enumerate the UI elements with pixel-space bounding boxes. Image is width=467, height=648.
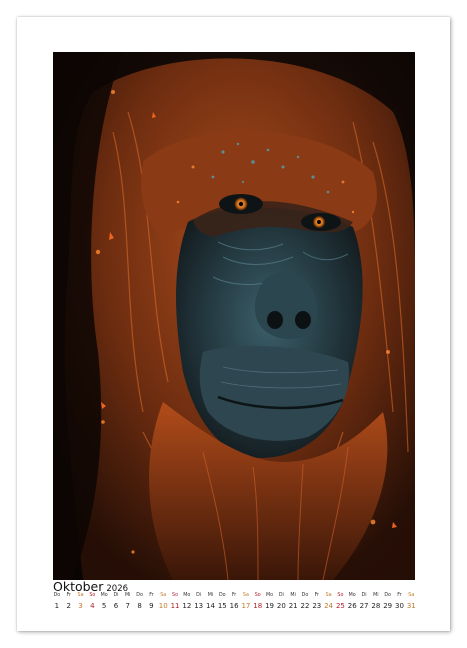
day-number: 15 [217, 602, 227, 610]
weekday-label: Fr [397, 593, 402, 598]
day-number: 29 [383, 602, 393, 610]
day-number: 20 [276, 602, 286, 610]
day-cell: Sa 3 [75, 592, 87, 614]
day-cell: Sa 17 [240, 592, 252, 614]
day-number: 8 [137, 602, 142, 610]
weekday-label: So [89, 593, 96, 598]
day-number: 28 [371, 602, 381, 610]
day-cell: Di 6 [110, 592, 122, 614]
day-number: 1 [54, 602, 60, 610]
weekday-label: Fr [66, 593, 71, 598]
day-cell: So 11 [169, 592, 181, 614]
day-cell: Do 22 [299, 592, 311, 614]
day-number: 21 [288, 602, 298, 610]
day-cell: Fr 23 [311, 592, 323, 614]
weekday-label: Mi [290, 593, 296, 598]
weekday-label: Mo [100, 593, 108, 598]
weekday-label: Sa [77, 593, 84, 598]
day-number: 14 [206, 602, 215, 610]
weekday-label: Do [218, 593, 226, 598]
weekday-label: Fr [231, 593, 237, 598]
weekday-label: Mo [348, 593, 356, 598]
weekday-label: Di [113, 593, 119, 598]
day-number: 10 [158, 602, 168, 610]
weekday-label: Mo [265, 593, 274, 598]
day-cell: Sa 24 [323, 592, 335, 614]
day-number: 31 [406, 602, 416, 610]
day-strip: Do 1 Fr 2 Sa 3 So 4 Mo 5 Di 6 Mi 7 Do 8 Fr 9 Sa 10 So 11 Mo 12 D… [51, 592, 417, 614]
day-number: 25 [335, 602, 345, 610]
day-number: 13 [194, 602, 204, 610]
day-number: 3 [78, 602, 83, 610]
weekday-label: So [172, 593, 179, 598]
day-cell: Do 29 [382, 592, 394, 614]
day-cell: Mi 7 [122, 592, 134, 614]
day-number: 23 [312, 602, 322, 610]
weekday-label: Mi [207, 593, 214, 598]
day-cell: Do 8 [134, 592, 146, 614]
day-cell: Di 27 [358, 592, 370, 614]
day-number: 17 [241, 602, 251, 610]
day-cell: Mo 5 [98, 592, 110, 614]
orangutan-photo [53, 52, 415, 580]
day-cell: Do 15 [216, 592, 228, 614]
day-cell: Fr 2 [63, 592, 75, 614]
weekday-label: Do [384, 593, 391, 598]
day-number: 6 [113, 602, 119, 610]
day-cell: Fr 16 [228, 592, 240, 614]
weekday-label: Do [301, 593, 309, 598]
day-cell: Fr 9 [146, 592, 158, 614]
weekday-label: Di [361, 593, 367, 598]
day-number: 24 [324, 602, 334, 610]
day-number: 18 [253, 602, 263, 610]
weekday-label: Fr [149, 593, 154, 598]
day-cell: Di 20 [275, 592, 287, 614]
day-cell: Di 13 [193, 592, 205, 614]
day-number: 16 [229, 602, 239, 610]
day-cell: So 25 [335, 592, 347, 614]
weekday-label: Do [136, 593, 143, 598]
day-cell: Mo 26 [346, 592, 358, 614]
weekday-label: So [337, 593, 344, 598]
weekday-label: So [254, 593, 261, 598]
day-cell: Mi 21 [287, 592, 299, 614]
day-cell: So 18 [252, 592, 264, 614]
weekday-label: Mo [183, 593, 191, 598]
day-cell: Sa 10 [157, 592, 169, 614]
day-number: 27 [359, 602, 369, 610]
day-number: 22 [300, 602, 310, 610]
day-cell: So 4 [86, 592, 98, 614]
day-number: 12 [182, 602, 192, 610]
day-number: 19 [265, 602, 274, 610]
weekday-label: Mi [373, 593, 379, 598]
orangutan-illustration [53, 52, 415, 580]
day-number: 2 [66, 602, 71, 610]
calendar-page: Oktober 2026 Do 1 Fr 2 Sa 3 So 4 Mo 5 Di 6 Mi 7 Do 8 Fr 9 S… [17, 17, 450, 631]
weekday-label: Sa [160, 593, 167, 598]
weekday-label: Do [53, 593, 61, 598]
day-number: 9 [149, 602, 154, 610]
day-number: 26 [347, 602, 357, 610]
weekday-label: Sa [408, 593, 415, 598]
day-cell: Mo 12 [181, 592, 193, 614]
weekday-label: Mi [125, 593, 131, 598]
day-cell: Sa 31 [405, 592, 417, 614]
day-number: 4 [90, 602, 95, 610]
day-cell: Mo 19 [264, 592, 276, 614]
day-number: 30 [395, 602, 404, 610]
weekday-label: Fr [314, 593, 319, 598]
weekday-label: Di [196, 593, 202, 598]
day-cell: Do 1 [51, 592, 63, 614]
weekday-label: Di [278, 593, 284, 598]
weekday-label: Sa [242, 593, 249, 598]
day-cell: Fr 30 [394, 592, 406, 614]
weekday-label: Sa [325, 593, 332, 598]
day-number: 7 [125, 602, 131, 610]
day-number: 5 [101, 602, 107, 610]
day-number: 11 [170, 602, 180, 610]
day-cell: Mi 14 [205, 592, 217, 614]
day-cell: Mi 28 [370, 592, 382, 614]
